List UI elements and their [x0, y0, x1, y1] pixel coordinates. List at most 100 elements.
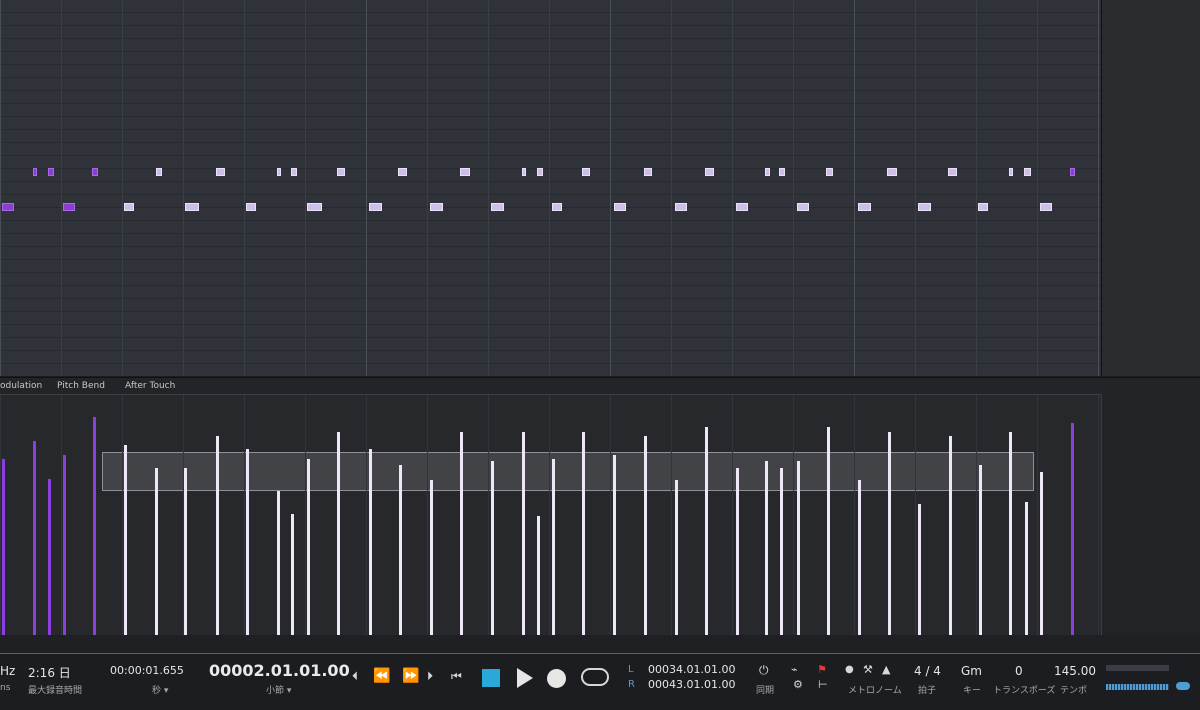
range-icon[interactable]: ⊢: [818, 679, 828, 690]
forward-icon[interactable]: ⏵: [427, 670, 433, 682]
rewind-icon[interactable]: ⏪: [373, 669, 390, 683]
midi-note[interactable]: [522, 168, 526, 176]
midi-note[interactable]: [736, 203, 748, 211]
velocity-bar[interactable]: [918, 504, 921, 635]
midi-note[interactable]: [337, 168, 345, 176]
midi-note[interactable]: [156, 168, 162, 176]
power-icon[interactable]: ⏻: [759, 664, 769, 676]
velocity-bar[interactable]: [979, 465, 982, 635]
midi-note[interactable]: [644, 168, 652, 176]
velocity-bar[interactable]: [1040, 472, 1043, 635]
time-unit-dropdown[interactable]: 秒 ▾: [152, 683, 168, 696]
key[interactable]: Gm: [961, 664, 982, 678]
velocity-bar[interactable]: [858, 480, 861, 635]
velocity-bar[interactable]: [1071, 423, 1074, 635]
velocity-bar[interactable]: [765, 461, 768, 635]
return-to-start-icon[interactable]: ⏮: [451, 670, 462, 682]
midi-note[interactable]: [277, 168, 281, 176]
marker-flag-icon[interactable]: ⚑: [817, 664, 827, 675]
midi-note[interactable]: [398, 168, 407, 176]
velocity-bar[interactable]: [2, 459, 5, 635]
velocity-bar[interactable]: [337, 432, 340, 635]
record-button[interactable]: [547, 669, 566, 688]
stop-button[interactable]: [482, 669, 500, 687]
position-unit-dropdown[interactable]: 小節 ▾: [266, 683, 291, 696]
velocity-bar[interactable]: [675, 480, 678, 635]
midi-note[interactable]: [185, 203, 199, 211]
performance-toggle[interactable]: [1176, 682, 1190, 690]
midi-note[interactable]: [491, 203, 504, 211]
punch-icon[interactable]: ⌁: [791, 664, 798, 675]
gear-icon[interactable]: ⚙: [793, 679, 803, 690]
metronome-wrench-icon[interactable]: ⚒: [863, 664, 873, 675]
midi-note[interactable]: [948, 168, 957, 176]
midi-note[interactable]: [124, 203, 134, 211]
midi-note[interactable]: [765, 168, 770, 176]
velocity-bar[interactable]: [491, 461, 494, 635]
fast-forward-icon[interactable]: ⏩: [402, 669, 419, 683]
midi-note[interactable]: [307, 203, 322, 211]
metronome-dot-icon[interactable]: ●: [845, 665, 854, 675]
tempo[interactable]: 145.00: [1054, 664, 1096, 678]
time-signature[interactable]: 4 / 4: [914, 664, 941, 678]
velocity-bar[interactable]: [537, 516, 540, 635]
velocity-bar[interactable]: [827, 427, 830, 635]
velocity-bar[interactable]: [797, 461, 800, 635]
tab-modulation[interactable]: odulation: [0, 379, 42, 393]
midi-note[interactable]: [826, 168, 833, 176]
midi-note[interactable]: [430, 203, 443, 211]
midi-note[interactable]: [1070, 168, 1075, 176]
midi-note[interactable]: [460, 168, 470, 176]
velocity-bar[interactable]: [780, 468, 783, 635]
midi-note[interactable]: [887, 168, 897, 176]
midi-note[interactable]: [2, 203, 14, 211]
velocity-bar[interactable]: [582, 432, 585, 635]
velocity-bar[interactable]: [1025, 502, 1028, 635]
velocity-bar[interactable]: [644, 436, 647, 635]
midi-note[interactable]: [675, 203, 687, 211]
velocity-bar[interactable]: [888, 432, 891, 635]
velocity-bar[interactable]: [613, 455, 616, 635]
velocity-lane[interactable]: [0, 394, 1102, 635]
midi-note[interactable]: [918, 203, 931, 211]
velocity-bar[interactable]: [430, 480, 433, 635]
midi-note[interactable]: [537, 168, 543, 176]
velocity-bar[interactable]: [460, 432, 463, 635]
midi-note[interactable]: [797, 203, 809, 211]
tab-pitch-bend[interactable]: Pitch Bend: [57, 379, 105, 393]
midi-note[interactable]: [779, 168, 785, 176]
loop-button[interactable]: [581, 668, 609, 686]
midi-note[interactable]: [1040, 203, 1052, 211]
velocity-bar[interactable]: [369, 449, 372, 635]
midi-note[interactable]: [369, 203, 382, 211]
velocity-bar[interactable]: [307, 459, 310, 635]
velocity-bar[interactable]: [33, 441, 36, 635]
midi-note[interactable]: [705, 168, 714, 176]
midi-note[interactable]: [552, 203, 562, 211]
midi-note[interactable]: [978, 203, 988, 211]
velocity-bar[interactable]: [1009, 432, 1012, 635]
rewind-start-icon[interactable]: ⏴: [352, 670, 358, 682]
midi-note[interactable]: [92, 168, 98, 176]
loop-right-position[interactable]: 00043.01.01.00: [648, 678, 735, 691]
tab-after-touch[interactable]: After Touch: [125, 379, 175, 393]
velocity-bar[interactable]: [63, 455, 66, 635]
velocity-bar[interactable]: [291, 514, 294, 635]
velocity-bar[interactable]: [949, 436, 952, 635]
velocity-bar[interactable]: [155, 468, 158, 635]
midi-note[interactable]: [246, 203, 256, 211]
velocity-bar[interactable]: [399, 465, 402, 635]
velocity-bar[interactable]: [736, 468, 739, 635]
midi-note[interactable]: [614, 203, 626, 211]
velocity-bar[interactable]: [184, 468, 187, 635]
velocity-bar[interactable]: [124, 445, 127, 635]
metronome-icon[interactable]: ▲: [882, 664, 890, 675]
velocity-selection-box[interactable]: [102, 452, 1034, 491]
velocity-bar[interactable]: [246, 449, 249, 635]
velocity-bar[interactable]: [277, 491, 280, 635]
midi-note[interactable]: [1009, 168, 1013, 176]
velocity-bar[interactable]: [216, 436, 219, 635]
midi-note[interactable]: [63, 203, 75, 211]
midi-note[interactable]: [582, 168, 590, 176]
transpose[interactable]: 0: [1015, 664, 1023, 678]
